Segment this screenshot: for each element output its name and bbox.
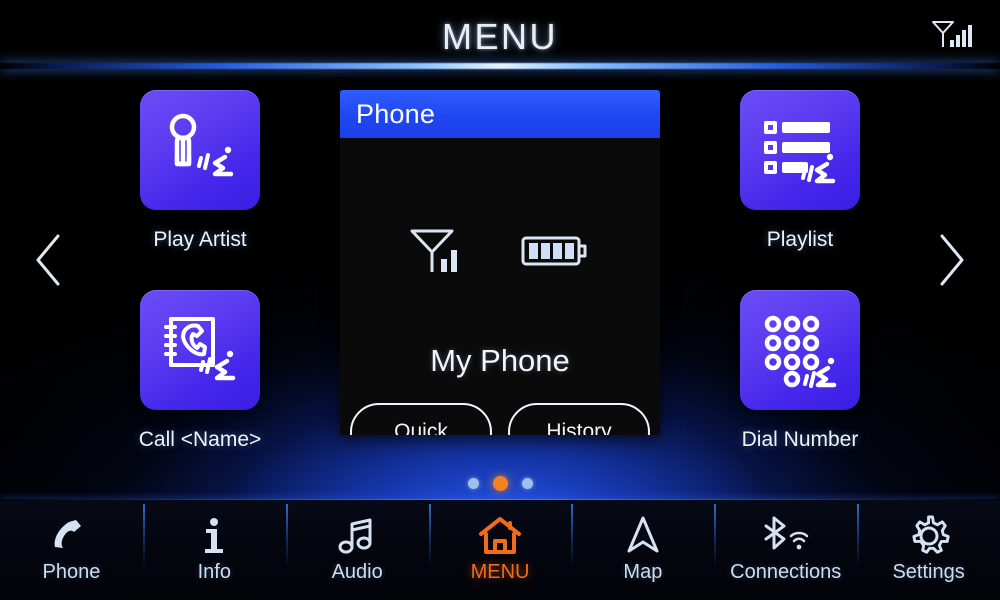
page-dot-2-active[interactable]: [492, 476, 508, 491]
nav-item-settings[interactable]: Settings: [857, 500, 1000, 600]
tile-playlist[interactable]: [740, 90, 860, 210]
nav-label-connections: Connections: [730, 560, 842, 583]
nav-item-menu[interactable]: MENU: [428, 500, 572, 600]
music-note-icon: [337, 517, 377, 555]
nav-label-map: Map: [623, 560, 663, 583]
page-indicator: [0, 476, 1000, 491]
keypad-voice-icon: [757, 307, 843, 393]
tile-dial-number[interactable]: [740, 290, 860, 410]
infotainment-screen: MENU Play Artist Call <Name> Playlist Di…: [0, 0, 1000, 600]
quick-button[interactable]: Quick: [350, 403, 492, 435]
tile-call-name[interactable]: [140, 290, 260, 410]
page-dot-1[interactable]: [467, 478, 479, 489]
tile-label-call-name: Call <Name>: [138, 428, 262, 451]
chevron-left-icon: [31, 231, 65, 289]
nav-item-map[interactable]: Map: [571, 500, 714, 600]
phone-widget-actions: Quick History: [340, 403, 660, 435]
tile-play-artist[interactable]: [140, 90, 260, 210]
page-dot-3[interactable]: [521, 478, 533, 489]
tile-label-playlist: Playlist: [766, 228, 834, 251]
battery-full-icon: [521, 231, 591, 276]
bottom-navigation-bar: Phone Info Audio MENU Map Connections Se…: [0, 500, 1000, 600]
bluetooth-wifi-icon: [760, 516, 812, 555]
previous-page-arrow[interactable]: [18, 228, 78, 292]
nav-item-info[interactable]: Info: [142, 500, 286, 600]
page-title: MENU: [442, 16, 558, 57]
phone-widget[interactable]: Phone My Phone Quick History: [340, 90, 660, 435]
contacts-handset-voice-icon: [157, 307, 243, 393]
nav-label-menu: MENU: [470, 560, 530, 583]
chevron-right-icon: [935, 231, 969, 289]
header-separator: [0, 63, 1000, 69]
phone-widget-title: Phone: [356, 98, 436, 129]
phone-widget-header: Phone: [340, 90, 660, 138]
nav-label-phone: Phone: [42, 560, 101, 583]
connected-device-name: My Phone: [430, 343, 570, 378]
gear-icon: [908, 514, 950, 555]
home-icon: [477, 516, 523, 555]
phone-status-icons: [340, 226, 660, 281]
history-button[interactable]: History: [508, 403, 650, 435]
tile-label-play-artist: Play Artist: [153, 228, 247, 251]
signal-antenna-icon: [409, 226, 465, 281]
nav-item-connections[interactable]: Connections: [714, 500, 857, 600]
navigation-arrow-icon: [625, 516, 661, 555]
nav-item-audio[interactable]: Audio: [285, 500, 429, 600]
nav-label-settings: Settings: [892, 560, 965, 583]
tile-label-dial-number: Dial Number: [741, 428, 859, 451]
next-page-arrow[interactable]: [922, 228, 982, 292]
info-icon: [199, 517, 229, 555]
phone-handset-icon: [49, 517, 93, 555]
nav-label-info: Info: [197, 560, 231, 583]
phone-widget-body: My Phone Quick History: [340, 138, 660, 435]
header-bar: MENU: [0, 0, 1000, 66]
microphone-voice-icon: [157, 107, 243, 193]
signal-antenna-icon: [930, 18, 976, 50]
list-voice-icon: [757, 107, 843, 193]
nav-item-phone[interactable]: Phone: [0, 500, 143, 600]
nav-label-audio: Audio: [331, 560, 383, 583]
